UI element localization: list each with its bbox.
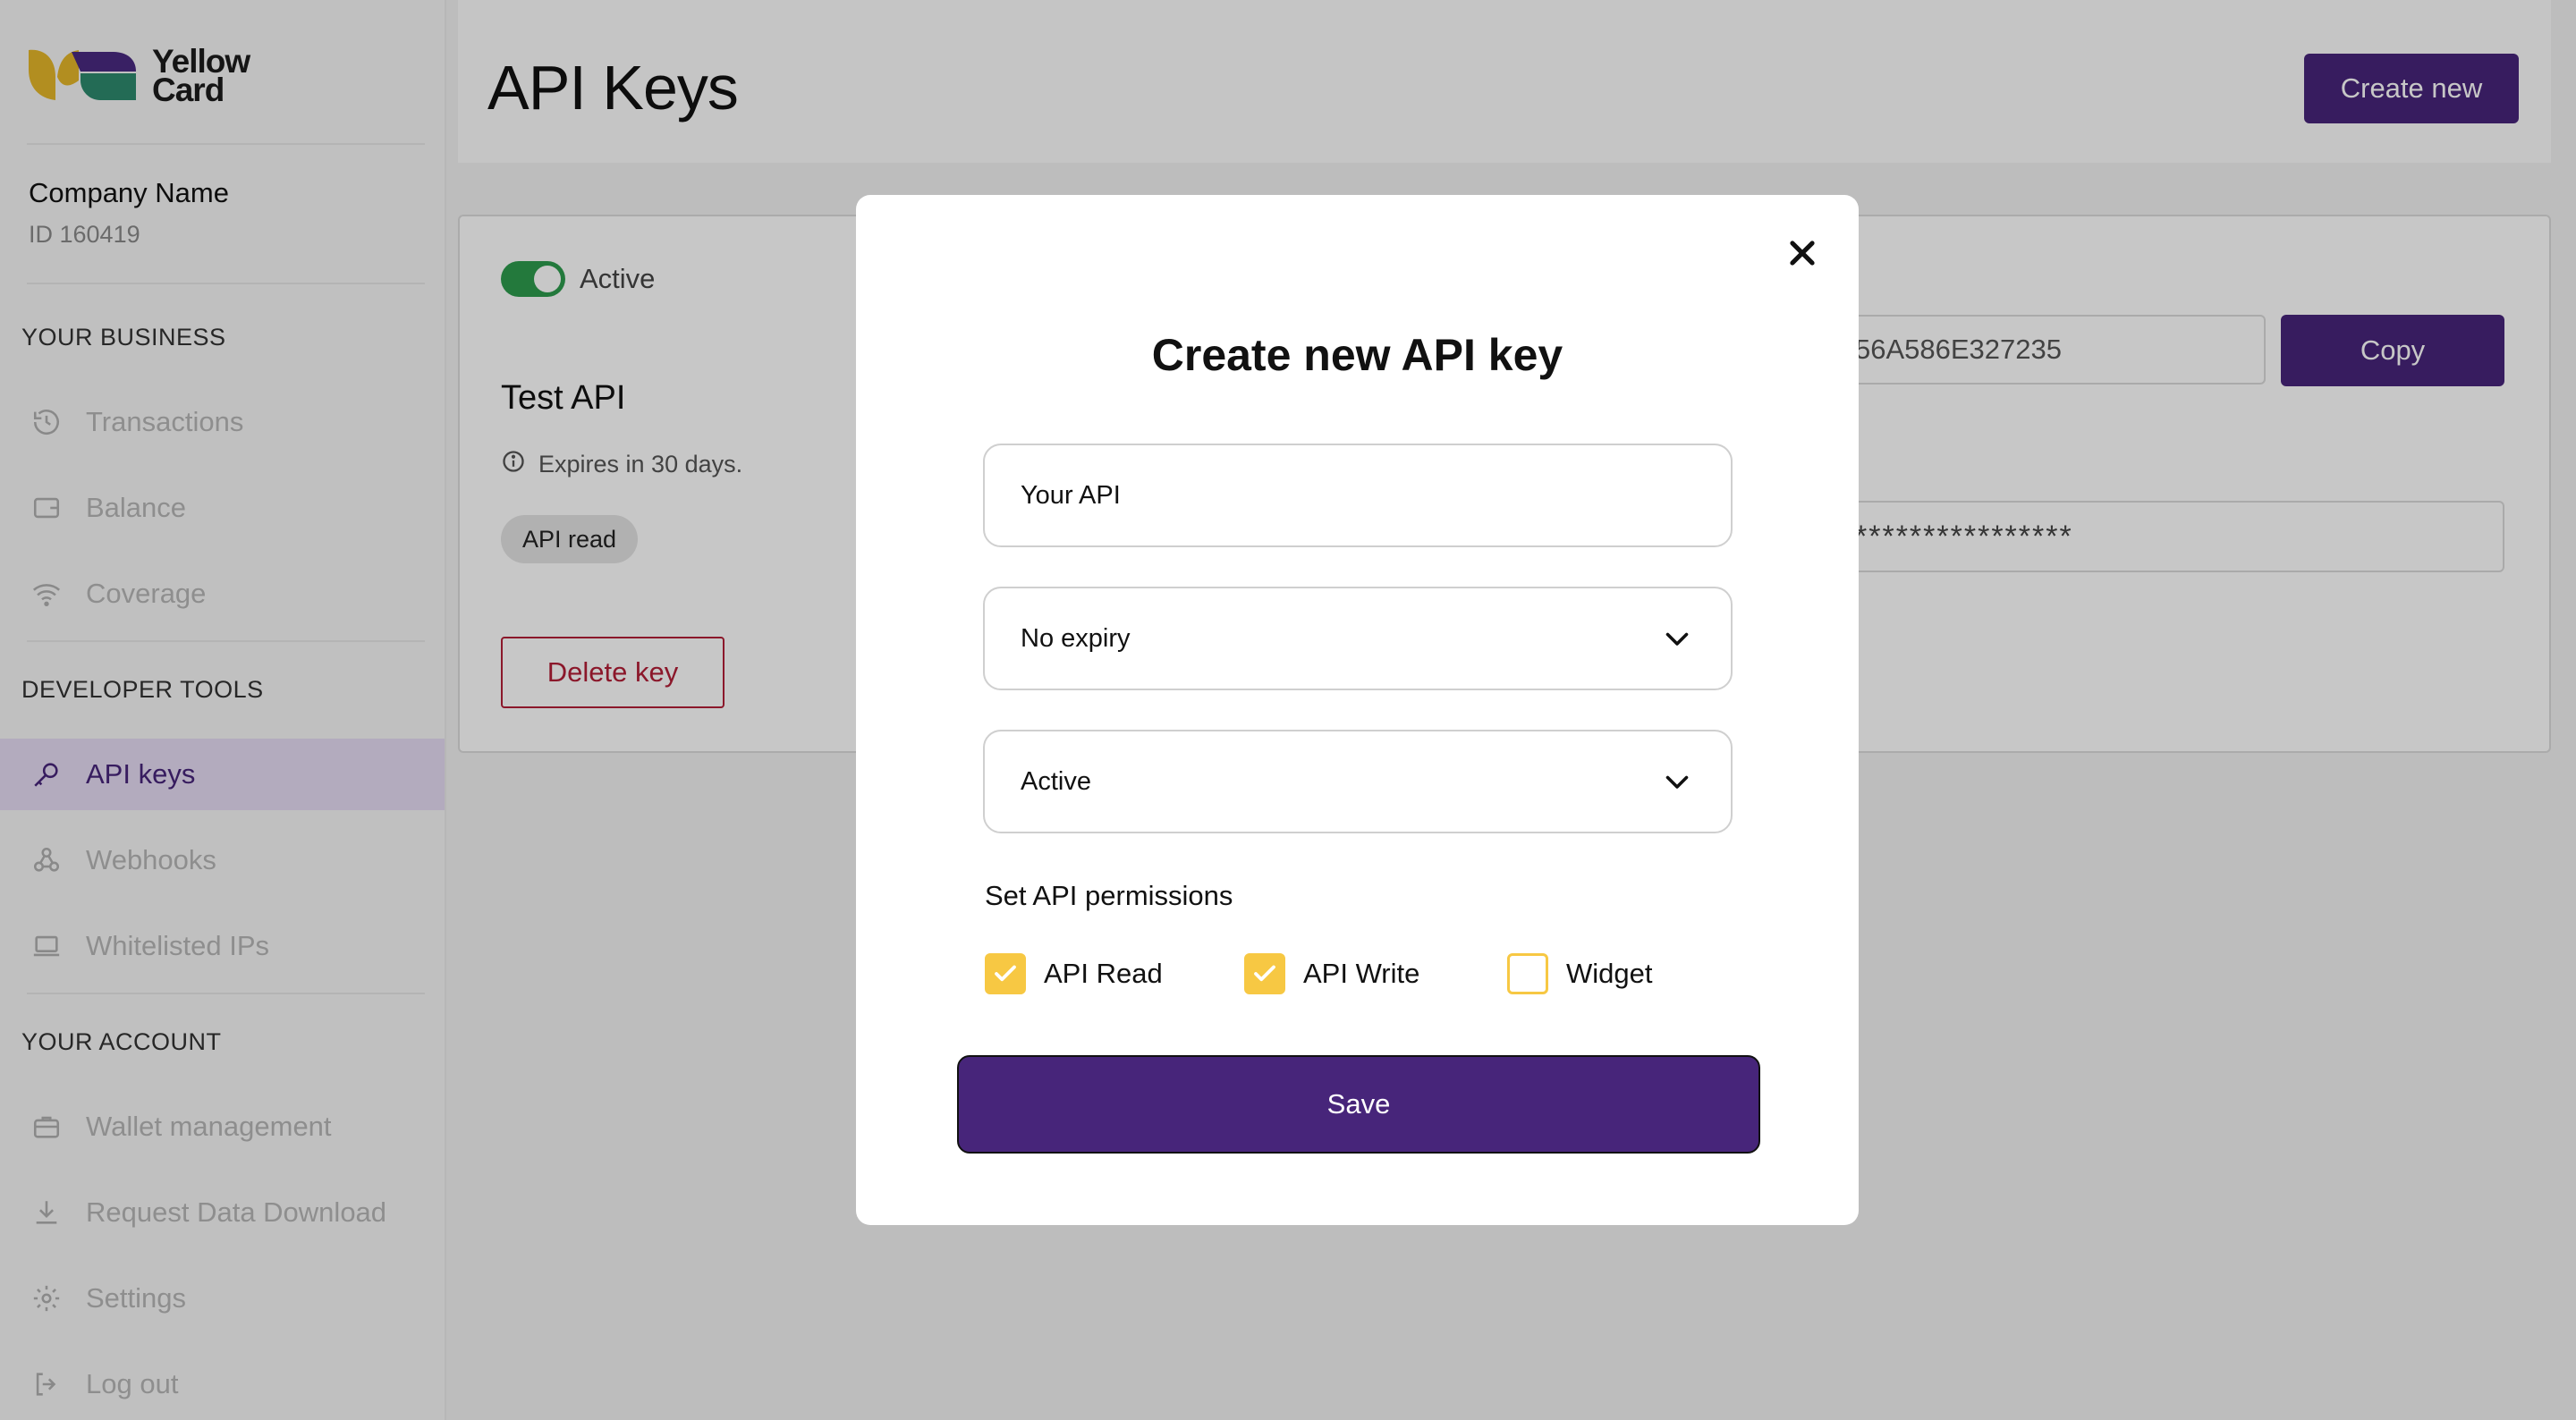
chevron-down-icon [1665, 775, 1689, 789]
permission-widget[interactable]: Widget [1507, 953, 1652, 994]
close-button[interactable] [1780, 231, 1825, 275]
modal-title: Create new API key [1151, 330, 1563, 380]
expiry-select[interactable]: No expiry [983, 587, 1733, 690]
checkmark-icon [1254, 965, 1275, 982]
permissions-title: Set API permissions [985, 880, 1233, 911]
permission-label: API Read [1044, 958, 1163, 989]
api-name-input[interactable]: Your API [983, 444, 1733, 547]
permission-api-write[interactable]: API Write [1244, 953, 1419, 994]
permission-api-read[interactable]: API Read [985, 953, 1163, 994]
save-button[interactable]: Save [957, 1055, 1760, 1154]
permission-label: API Write [1303, 958, 1420, 989]
api-read-checkbox[interactable] [985, 953, 1026, 994]
api-name-value: Your API [1021, 480, 1121, 510]
widget-checkbox[interactable] [1507, 953, 1548, 994]
api-write-checkbox[interactable] [1244, 953, 1285, 994]
checkmark-icon [995, 965, 1016, 982]
close-icon [1790, 241, 1815, 266]
status-select-value: Active [1021, 766, 1091, 796]
permission-label: Widget [1566, 958, 1653, 989]
status-select[interactable]: Active [983, 730, 1733, 833]
expiry-select-value: No expiry [1021, 623, 1131, 653]
chevron-down-icon [1665, 632, 1689, 646]
